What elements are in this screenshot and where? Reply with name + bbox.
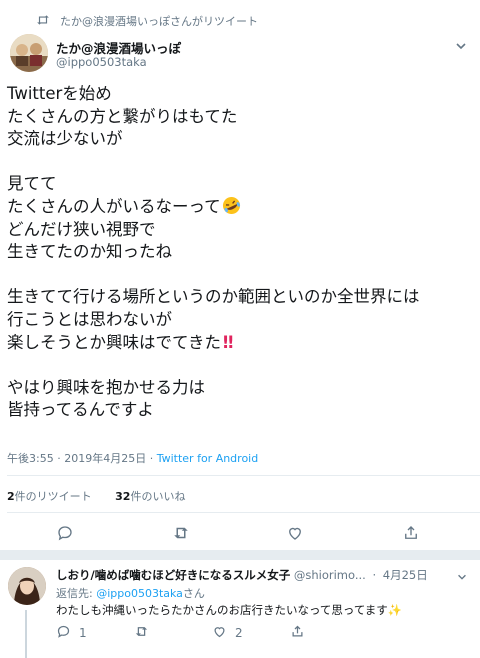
tweet-date[interactable]: 2019年4月25日 xyxy=(64,452,146,465)
reply-author-handle[interactable]: @shiorimo... xyxy=(294,568,366,582)
tweet-line: どんだけ狭い視野で xyxy=(7,219,156,239)
retweet-count: 2 xyxy=(7,490,15,503)
retweet-icon xyxy=(36,14,54,29)
section-separator xyxy=(0,550,480,560)
reply-count: 1 xyxy=(79,626,87,640)
tweet-paragraph: やはり興味を抱かせる力は 皆持ってるんですよ xyxy=(7,377,473,422)
share-icon xyxy=(290,624,305,642)
tweet-line: たくさんの人がいるなーって xyxy=(7,196,473,219)
retweet-button[interactable] xyxy=(172,524,190,545)
reply-text-content: わたしも沖縄いったらたかさんのお店行きたいなって思ってます xyxy=(56,603,388,617)
retweet-header: たか@浪漫酒場いっぽさんがリツイート xyxy=(36,13,258,29)
author-avatar[interactable] xyxy=(10,34,48,72)
reply-button[interactable] xyxy=(56,524,74,545)
like-count-label: 件のいいね xyxy=(130,490,186,503)
tweet-paragraph: 生きてて行ける場所というのか範囲といのか全世界には 行こうとは思わないが 楽しそ… xyxy=(7,286,473,354)
reply-text: わたしも沖縄いったらたかさんのお店行きたいなって思ってます✨ xyxy=(56,602,402,618)
retweet-header-text: たか@浪漫酒場いっぽさんがリツイート xyxy=(60,15,258,28)
reply-date[interactable]: 4月25日 xyxy=(383,568,428,582)
meta-separator: · xyxy=(372,568,377,582)
chevron-down-icon[interactable] xyxy=(456,568,468,580)
tweet-source-link[interactable]: Twitter for Android xyxy=(157,452,259,465)
tweet-line: たくさんの方と繋がりはもてた xyxy=(7,106,238,126)
reply-to-suffix: さん xyxy=(182,587,205,600)
like-button[interactable] xyxy=(286,524,304,545)
author-handle[interactable]: @ippo0503taka xyxy=(56,55,147,69)
meta-separator: · xyxy=(149,452,154,465)
tweet-line-text: 楽しそうとか興味はでてきた xyxy=(7,332,222,352)
retweet-button[interactable] xyxy=(134,624,149,642)
retweet-count-link[interactable]: 2件のリツイート xyxy=(7,490,92,503)
double-exclamation-emoji: ‼ xyxy=(223,332,234,352)
reply-icon xyxy=(56,624,71,642)
reply-author-name[interactable]: しおり/噛めば噛むほど好きになるスルメ女子 xyxy=(56,568,290,582)
heart-icon xyxy=(286,524,304,545)
retweet-icon xyxy=(134,624,149,642)
share-icon xyxy=(402,524,420,545)
like-count-link[interactable]: 32件のいいね xyxy=(115,490,185,503)
reply-like-count: 2 xyxy=(235,626,243,640)
tweet-line: 行こうとは思わないが xyxy=(7,309,172,329)
tweet-line-text: たくさんの人がいるなーって xyxy=(7,196,221,216)
reply-button[interactable]: 1 xyxy=(56,624,87,642)
tweet-line: 楽しそうとか興味はでてきた ‼ xyxy=(7,332,473,355)
divider xyxy=(7,475,480,476)
tweet-line: 交流は少ないが xyxy=(7,129,123,149)
tweet-time[interactable]: 午後3:55 xyxy=(7,452,54,465)
tweet-line: やはり興味を抱かせる力は xyxy=(7,377,205,397)
tweet-stats: 2件のリツイート 32件のいいね xyxy=(7,488,205,504)
like-button[interactable]: 2 xyxy=(212,624,243,642)
tweet-paragraph: Twitterを始め たくさんの方と繋がりはもてた 交流は少ないが xyxy=(7,83,473,151)
reply-author-avatar[interactable] xyxy=(8,567,46,605)
tweet-line: Twitterを始め xyxy=(7,84,112,103)
meta-separator: · xyxy=(57,452,61,465)
tweet-line: 生きてたのか知ったね xyxy=(7,242,172,262)
like-count: 32 xyxy=(115,490,131,503)
retweet-count-label: 件のリツイート xyxy=(14,490,92,503)
tweet-line: 皆持ってるんですよ xyxy=(7,400,154,420)
tweet-text: Twitterを始め たくさんの方と繋がりはもてた 交流は少ないが 見てて たく… xyxy=(7,83,473,445)
tweet-paragraph: 見てて たくさんの人がいるなーって どんだけ狭い視野で 生きてたのか知ったね xyxy=(7,173,473,263)
tweet-timestamp: 午後3:55 · 2019年4月25日 · Twitter for Androi… xyxy=(7,450,258,466)
tweet-line: 見てて xyxy=(7,174,57,194)
replying-to: 返信先: @ippo0503takaさん xyxy=(56,585,205,601)
divider xyxy=(7,512,480,513)
retweet-icon xyxy=(172,524,190,545)
tweet-line: 生きてて行ける場所というのか範囲といのか全世界には xyxy=(7,287,420,307)
share-button[interactable] xyxy=(402,524,420,545)
sparkles-emoji: ✨ xyxy=(387,603,403,617)
reply-icon xyxy=(56,524,74,545)
reply-header: しおり/噛めば噛むほど好きになるスルメ女子 @shiorimo... · 4月2… xyxy=(56,567,456,583)
reply-to-mention[interactable]: @ippo0503taka xyxy=(96,587,183,600)
reply-actions: 1 2 xyxy=(0,624,480,642)
heart-icon xyxy=(212,624,227,642)
chevron-down-icon[interactable] xyxy=(454,38,468,52)
tweet-actions xyxy=(0,524,480,546)
share-button[interactable] xyxy=(290,624,305,642)
rolling-on-the-floor-laughing-emoji xyxy=(222,196,241,215)
reply-to-prefix: 返信先: xyxy=(56,587,97,600)
